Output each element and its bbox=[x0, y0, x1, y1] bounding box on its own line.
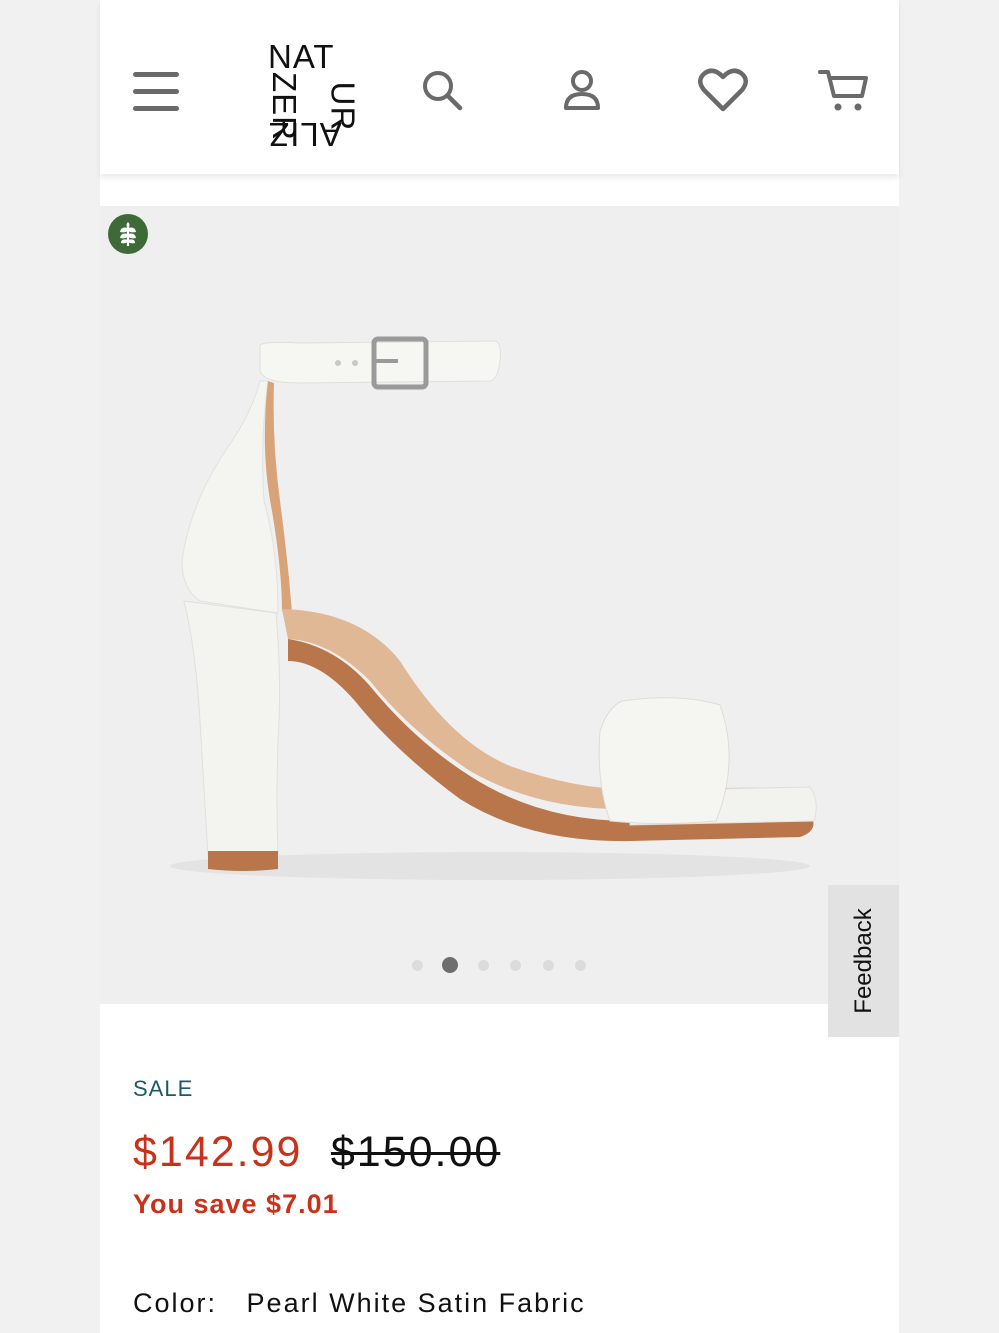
color-value: Pearl White Satin Fabric bbox=[246, 1288, 586, 1318]
brand-logo-top: NAT bbox=[268, 38, 335, 75]
savings-text: You save $7.01 bbox=[133, 1189, 339, 1219]
search-icon[interactable] bbox=[420, 68, 466, 119]
color-row: Color: Pearl White Satin Fabric bbox=[133, 1288, 586, 1319]
pagination-dot[interactable] bbox=[510, 960, 521, 971]
site-header: NAT ZER UR ALIZ bbox=[100, 0, 899, 174]
sale-label: SALE bbox=[133, 1076, 194, 1101]
product-image-gallery[interactable] bbox=[100, 206, 899, 1004]
feedback-tab[interactable]: Feedback bbox=[828, 885, 899, 1037]
brand-logo[interactable]: NAT ZER UR ALIZ bbox=[266, 38, 361, 154]
pagination-dot[interactable] bbox=[575, 960, 586, 971]
pagination-dot[interactable] bbox=[478, 960, 489, 971]
pagination-dot[interactable] bbox=[412, 960, 423, 971]
leaf-icon bbox=[108, 214, 148, 254]
brand-logo-bottom: ALIZ bbox=[268, 116, 342, 153]
header-spacer bbox=[100, 174, 899, 206]
pagination-dot-active[interactable] bbox=[442, 957, 458, 973]
feedback-label: Feedback bbox=[849, 908, 877, 1014]
product-page: NAT ZER UR ALIZ Feedback SALE $142.99 $1… bbox=[100, 0, 899, 1333]
heart-icon[interactable] bbox=[698, 68, 748, 117]
price-row: $142.99 $150.00 bbox=[133, 1128, 500, 1177]
sale-price: $142.99 bbox=[133, 1128, 303, 1176]
color-label: Color: bbox=[133, 1288, 218, 1318]
account-icon[interactable] bbox=[562, 68, 602, 119]
original-price: $150.00 bbox=[330, 1128, 501, 1176]
pagination-dot[interactable] bbox=[543, 960, 554, 971]
product-image-sandal bbox=[170, 336, 817, 880]
cart-icon[interactable] bbox=[818, 68, 870, 119]
menu-icon[interactable] bbox=[133, 70, 181, 119]
